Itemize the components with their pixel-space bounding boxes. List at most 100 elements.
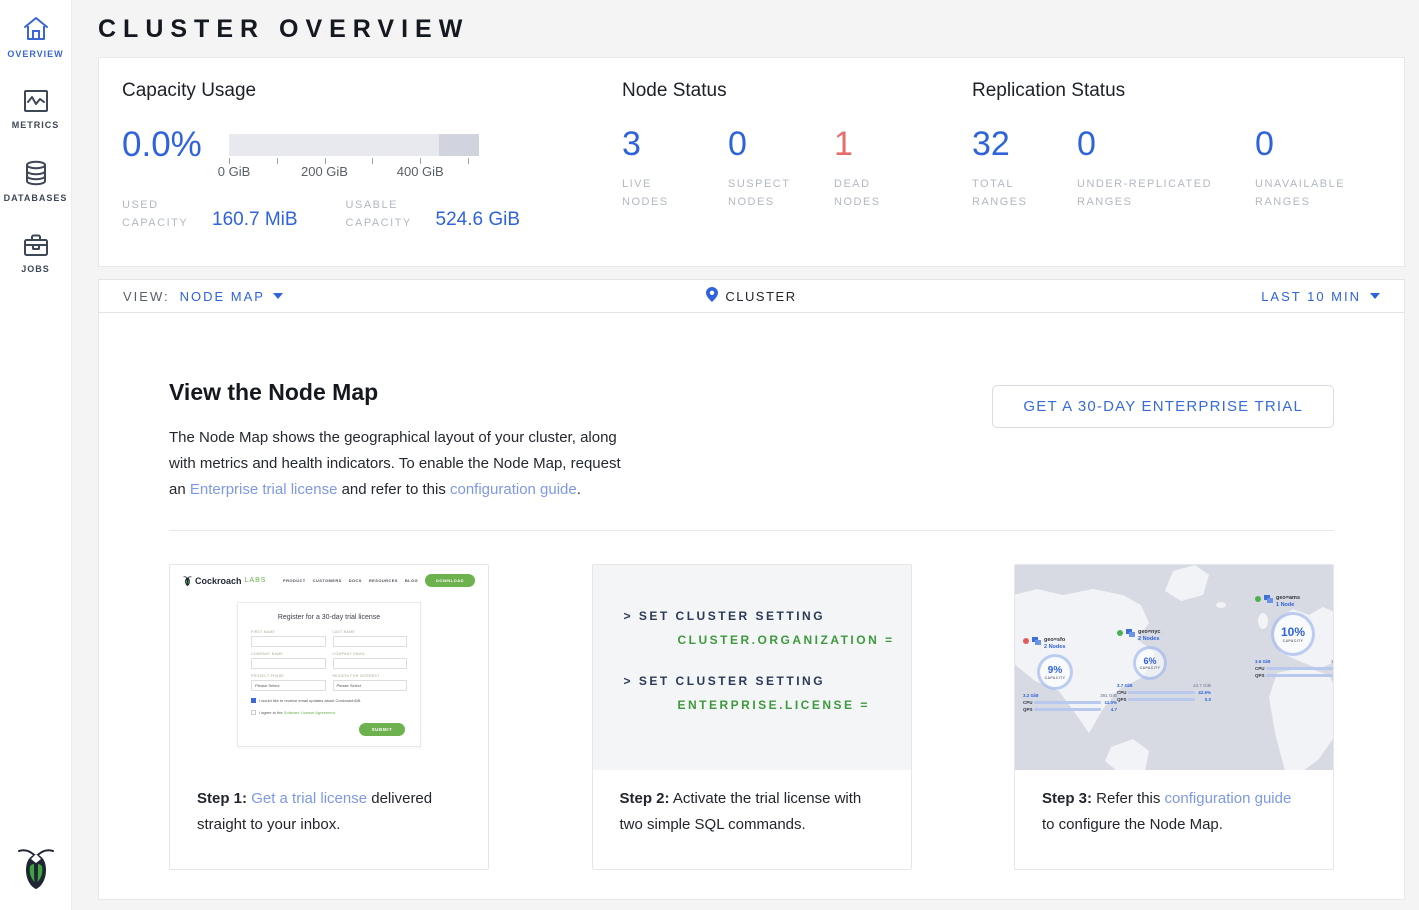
- capacity-usage-title: Capacity Usage: [122, 80, 622, 102]
- capacity-percent: 10%: [1281, 625, 1305, 639]
- page-title: CLUSTER OVERVIEW: [72, 0, 1419, 57]
- sidebar-item-metrics[interactable]: METRICS: [0, 89, 71, 130]
- cpu-label: CPU: [1255, 666, 1264, 671]
- select-input: Please Select: [333, 680, 408, 691]
- region-name: geo=nyc: [1138, 629, 1160, 636]
- step2-code-block: > SET CLUSTER SETTING CLUSTER.ORGANIZATI…: [593, 565, 911, 770]
- checkbox-unchecked: [251, 710, 256, 715]
- qps-value: 4.7: [1103, 707, 1117, 712]
- step3-node-map-preview: geo=sfo 2 Nodes 9% CAPACITY 3.2 GiB351 G…: [1015, 565, 1333, 770]
- sidebar-item-databases[interactable]: DATABASES: [0, 160, 71, 203]
- nav-item: DOCS: [349, 578, 362, 583]
- qps-bar: [1266, 674, 1333, 677]
- jobs-icon: [23, 233, 49, 257]
- node-map-region-sfo: geo=sfo 2 Nodes 9% CAPACITY 3.2 GiB351 G…: [1023, 637, 1117, 712]
- usable-capacity-value: 524.6 GiB: [436, 209, 521, 232]
- capacity-bar-usable-segment: [229, 134, 439, 156]
- cluster-breadcrumb-label: CLUSTER: [725, 289, 796, 304]
- suspect-nodes-value: 0: [728, 126, 834, 162]
- region-node-count: 1 Node: [1276, 602, 1300, 608]
- capacity-donut: 9% CAPACITY: [1037, 654, 1073, 690]
- step3-label: Step 3:: [1042, 790, 1092, 807]
- under-replicated-ranges-value: 0: [1077, 126, 1255, 162]
- view-selector-value: NODE MAP: [180, 289, 265, 304]
- cpu-bar: [1034, 701, 1101, 704]
- step1-caption: Step 1: Get a trial license delivered st…: [170, 770, 488, 838]
- used-capacity-value: 160.7 MiB: [212, 209, 298, 232]
- total-ranges-stat: 32 TOTAL RANGES: [972, 126, 1077, 211]
- step1-screenshot: Cockroach LABS PRODUCT CUSTOMERS DOCS RE…: [170, 565, 488, 770]
- minisite-nav: PRODUCT CUSTOMERS DOCS RESOURCES BLOG: [283, 578, 418, 583]
- main-content: CLUSTER OVERVIEW Capacity Usage 0.0%: [72, 0, 1419, 900]
- dead-nodes-stat: 1 DEAD NODES: [834, 126, 940, 211]
- step2-caption: Step 2: Activate the trial license with …: [593, 770, 911, 838]
- live-nodes-label: LIVE NODES: [622, 175, 692, 211]
- nav-item: BLOG: [405, 578, 418, 583]
- cockroach-brand-icon: [183, 575, 192, 587]
- region-node-count: 2 Nodes: [1044, 644, 1065, 650]
- description-text: .: [577, 481, 581, 498]
- status-badge: [1255, 596, 1261, 602]
- form-title: Register for a 30-day trial license: [251, 614, 407, 621]
- configuration-guide-link[interactable]: configuration guide: [450, 481, 577, 498]
- step3-caption: Step 3: Refer this configuration guide t…: [1015, 770, 1333, 838]
- status-badge: [1117, 630, 1123, 636]
- nodes-cube-icon: [1264, 595, 1273, 603]
- step3-card: geo=sfo 2 Nodes 9% CAPACITY 3.2 GiB351 G…: [1014, 564, 1334, 870]
- code-prompt: >: [624, 674, 634, 688]
- enterprise-trial-button[interactable]: GET A 30-DAY ENTERPRISE TRIAL: [992, 385, 1334, 428]
- sidebar-item-label: OVERVIEW: [7, 49, 63, 59]
- unavailable-ranges-stat: 0 UNAVAILABLE RANGES: [1255, 126, 1365, 211]
- configuration-guide-link-step3[interactable]: configuration guide: [1165, 790, 1292, 807]
- region-used: 3.7 GiB: [1117, 683, 1133, 688]
- live-nodes-stat: 3 LIVE NODES: [622, 126, 728, 211]
- usable-capacity-label: USABLE CAPACITY: [346, 196, 436, 232]
- replication-status-section: Replication Status 32 TOTAL RANGES 0 UND…: [972, 80, 1365, 266]
- under-replicated-ranges-stat: 0 UNDER-REPLICATED RANGES: [1077, 126, 1255, 211]
- step3-text: Refer this: [1092, 790, 1165, 807]
- step3-text: to configure the Node Map.: [1042, 816, 1223, 833]
- sidebar-item-jobs[interactable]: JOBS: [0, 233, 71, 274]
- node-map-region-nyc: geo=nyc 2 Nodes 6% CAPACITY 3.7 GiB43.7 …: [1117, 629, 1211, 702]
- nav-item: CUSTOMERS: [313, 578, 342, 583]
- text-input: [251, 658, 326, 669]
- axis-tick-label: 0 GiB: [218, 164, 251, 179]
- cluster-breadcrumb: CLUSTER: [706, 287, 796, 305]
- sidebar: OVERVIEW METRICS DATABASES: [0, 0, 72, 910]
- qps-label: QPS: [1117, 697, 1126, 702]
- axis-tick-label: 400 GiB: [397, 164, 444, 179]
- chevron-down-icon: [273, 293, 283, 299]
- sidebar-item-overview[interactable]: OVERVIEW: [0, 16, 71, 59]
- cluster-summary-panel: Capacity Usage 0.0%: [98, 57, 1405, 267]
- nav-item: PRODUCT: [283, 578, 306, 583]
- time-range-dropdown[interactable]: LAST 10 MIN: [1261, 289, 1380, 304]
- home-icon: [22, 16, 50, 42]
- capacity-label: CAPACITY: [1140, 666, 1161, 670]
- enterprise-trial-license-link[interactable]: Enterprise trial license: [190, 481, 338, 498]
- status-badge: [1023, 638, 1029, 644]
- capacity-percent-value: 0.0%: [122, 126, 229, 164]
- get-trial-license-link[interactable]: Get a trial license: [251, 790, 367, 807]
- code-argument: CLUSTER.ORGANIZATION =: [678, 633, 911, 647]
- field-label: REASON FOR INTEREST: [333, 674, 408, 678]
- brand-suffix-text: LABS: [245, 577, 267, 584]
- field-label: COMPANY EMAIL: [333, 652, 408, 656]
- view-selector-dropdown[interactable]: NODE MAP: [180, 289, 283, 304]
- node-map-region-ams: geo=ams 1 Node 10% CAPACITY 3.6 GiB36.4 …: [1255, 595, 1333, 678]
- databases-icon: [24, 160, 48, 186]
- node-map-description: The Node Map shows the geographical layo…: [169, 425, 627, 503]
- region-total: 36.4 GiB: [1331, 659, 1333, 664]
- sidebar-item-label: JOBS: [21, 264, 50, 274]
- node-map-heading: View the Node Map: [169, 379, 627, 406]
- code-prompt: >: [624, 609, 634, 623]
- cpu-value: 42.5%: [1197, 690, 1211, 695]
- chevron-down-icon: [1370, 293, 1380, 299]
- step2-card: > SET CLUSTER SETTING CLUSTER.ORGANIZATI…: [592, 564, 912, 870]
- node-status-title: Node Status: [622, 80, 972, 102]
- region-used: 3.6 GiB: [1255, 659, 1271, 664]
- cpu-label: CPU: [1117, 690, 1126, 695]
- total-ranges-label: TOTAL RANGES: [972, 175, 1042, 211]
- capacity-bar: [229, 134, 479, 156]
- license-agreement-link: Software License Agreement.: [284, 710, 336, 715]
- field-label: FIRST NAME: [251, 630, 326, 634]
